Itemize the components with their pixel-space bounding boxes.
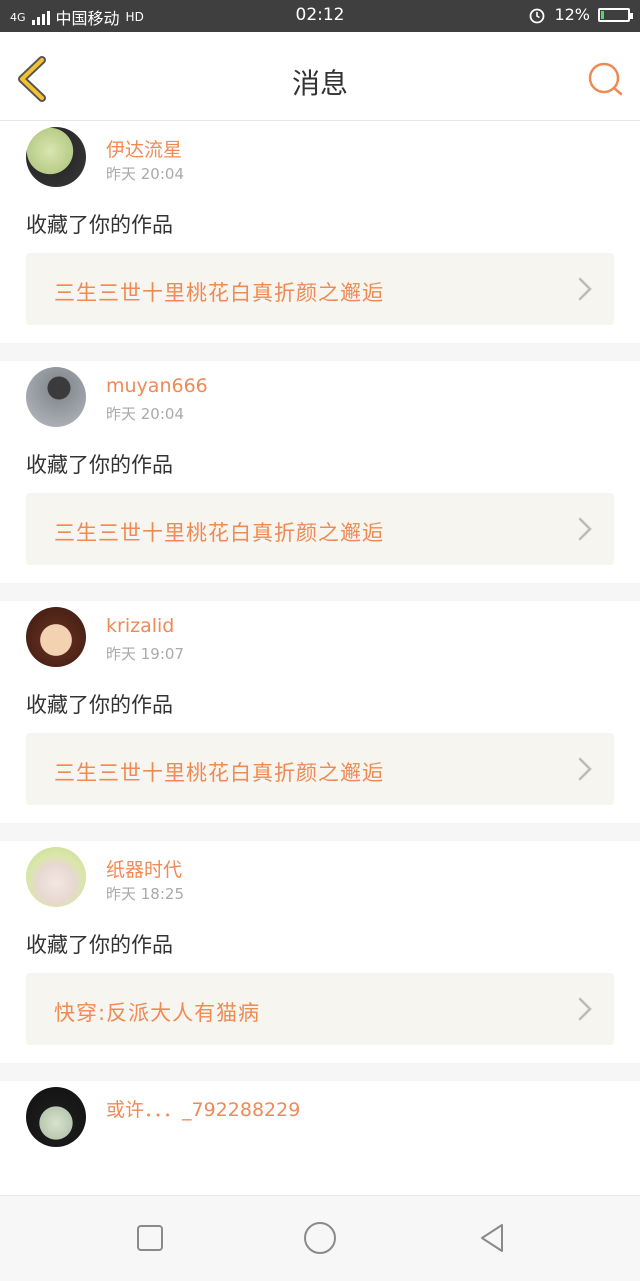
timestamp: 昨天 20:04 (106, 165, 184, 183)
battery-percent: 12% (554, 5, 590, 24)
avatar[interactable] (26, 1087, 86, 1147)
work-link[interactable]: 三生三世十里桃花白真折颜之邂逅 (26, 253, 614, 325)
username[interactable]: krizalid (106, 615, 174, 637)
battery-icon (598, 7, 633, 22)
status-right: 12% (528, 5, 633, 24)
username[interactable]: 纸器时代 (106, 855, 182, 882)
chevron-right-icon (578, 757, 592, 781)
system-nav-bar (0, 1195, 640, 1281)
work-link[interactable]: 快穿:反派大人有猫病 (26, 973, 614, 1045)
work-link[interactable]: 三生三世十里桃花白真折颜之邂逅 (26, 493, 614, 565)
action-text: 收藏了你的作品 (26, 453, 173, 477)
work-title: 三生三世十里桃花白真折颜之邂逅 (54, 521, 384, 545)
action-text: 收藏了你的作品 (26, 693, 173, 717)
username[interactable]: 伊达流星 (106, 135, 182, 162)
chevron-right-icon (578, 997, 592, 1021)
work-link[interactable]: 三生三世十里桃花白真折颜之邂逅 (26, 733, 614, 805)
timestamp: 昨天 20:04 (106, 405, 184, 423)
alarm-icon (530, 8, 545, 23)
action-text: 收藏了你的作品 (26, 933, 173, 957)
message-item: 或许．．．_792288229 (0, 1081, 640, 1195)
timestamp: 昨天 19:07 (106, 645, 184, 663)
message-item: muyan666 昨天 20:04 收藏了你的作品 三生三世十里桃花白真折颜之邂… (0, 361, 640, 583)
avatar[interactable] (26, 607, 86, 667)
message-item: krizalid 昨天 19:07 收藏了你的作品 三生三世十里桃花白真折颜之邂… (0, 601, 640, 823)
page-title: 消息 (291, 67, 348, 100)
timestamp: 昨天 18:25 (106, 885, 184, 903)
back-triangle-icon[interactable] (472, 1218, 512, 1258)
top-bar: 消息 (0, 32, 640, 121)
avatar[interactable] (26, 367, 86, 427)
recent-apps-square-icon[interactable] (130, 1218, 170, 1258)
chevron-right-icon (578, 277, 592, 301)
action-text: 收藏了你的作品 (26, 213, 173, 237)
home-circle-icon[interactable] (300, 1218, 340, 1258)
username[interactable]: muyan666 (106, 375, 208, 397)
work-title: 三生三世十里桃花白真折颜之邂逅 (54, 761, 384, 785)
avatar[interactable] (26, 847, 86, 907)
work-title: 快穿:反派大人有猫病 (54, 1001, 261, 1025)
username[interactable]: 或许．．．_792288229 (106, 1095, 300, 1122)
message-list: 伊达流星 昨天 20:04 收藏了你的作品 三生三世十里桃花白真折颜之邂逅 mu… (0, 121, 640, 1195)
message-item: 纸器时代 昨天 18:25 收藏了你的作品 快穿:反派大人有猫病 (0, 841, 640, 1063)
work-title: 三生三世十里桃花白真折颜之邂逅 (54, 281, 384, 305)
status-bar: 4G 中国移动 HD 02:12 12% (0, 0, 640, 32)
chevron-right-icon (578, 517, 592, 541)
message-item: 伊达流星 昨天 20:04 收藏了你的作品 三生三世十里桃花白真折颜之邂逅 (0, 121, 640, 343)
avatar[interactable] (26, 127, 86, 187)
search-icon[interactable] (586, 60, 624, 98)
